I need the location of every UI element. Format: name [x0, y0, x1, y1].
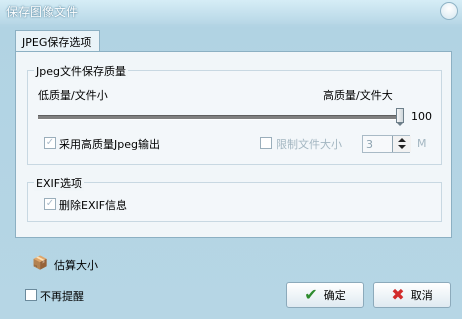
- quality-slider-value: 100: [411, 110, 432, 123]
- check-icon: ✔: [304, 285, 318, 304]
- box-icon: 📦: [32, 256, 49, 271]
- quality-group-title: Jpeg文件保存质量: [34, 63, 128, 79]
- estimate-size-label: 估算大小: [54, 259, 98, 272]
- low-quality-label: 低质量/文件小: [38, 89, 108, 102]
- quality-slider-track[interactable]: [38, 115, 400, 120]
- ok-button[interactable]: ✔ 确定: [286, 282, 364, 308]
- spinner-arrows-icon[interactable]: [392, 136, 411, 152]
- cancel-label: 取消: [410, 289, 433, 302]
- x-icon: ✖: [391, 285, 405, 304]
- high-quality-checkbox[interactable]: ✓: [44, 137, 56, 149]
- window-title: 保存图像文件: [6, 5, 79, 19]
- save-image-dialog: 保存图像文件 JPEG保存选项 Jpeg文件保存质量 低质量/文件小 高质量/文…: [0, 0, 462, 319]
- tab-jpeg-options[interactable]: JPEG保存选项: [15, 30, 100, 52]
- delete-exif-label: 删除EXIF信息: [59, 199, 128, 212]
- limit-size-label: 限制文件大小: [276, 138, 342, 151]
- limit-size-unit: M: [417, 137, 427, 150]
- delete-exif-checkbox[interactable]: ✓: [44, 198, 56, 210]
- no-remind-label: 不再提醒: [40, 290, 84, 303]
- high-quality-label-text: 采用高质量Jpeg输出: [59, 138, 160, 151]
- cancel-button[interactable]: ✖ 取消: [373, 282, 451, 308]
- title-bar: 保存图像文件: [0, 0, 462, 24]
- limit-size-checkbox[interactable]: [260, 137, 272, 149]
- close-button[interactable]: [440, 2, 458, 20]
- limit-size-value: 3: [366, 138, 373, 151]
- ok-label: 确定: [323, 289, 346, 302]
- exif-group-title: EXIF选项: [34, 175, 85, 191]
- no-remind-checkbox[interactable]: [25, 289, 37, 301]
- estimate-size-button[interactable]: 📦 估算大小: [32, 255, 122, 273]
- quality-slider-thumb[interactable]: [396, 108, 404, 126]
- high-quality-label: 高质量/文件大: [323, 89, 393, 102]
- limit-size-spinner[interactable]: 3: [362, 135, 411, 153]
